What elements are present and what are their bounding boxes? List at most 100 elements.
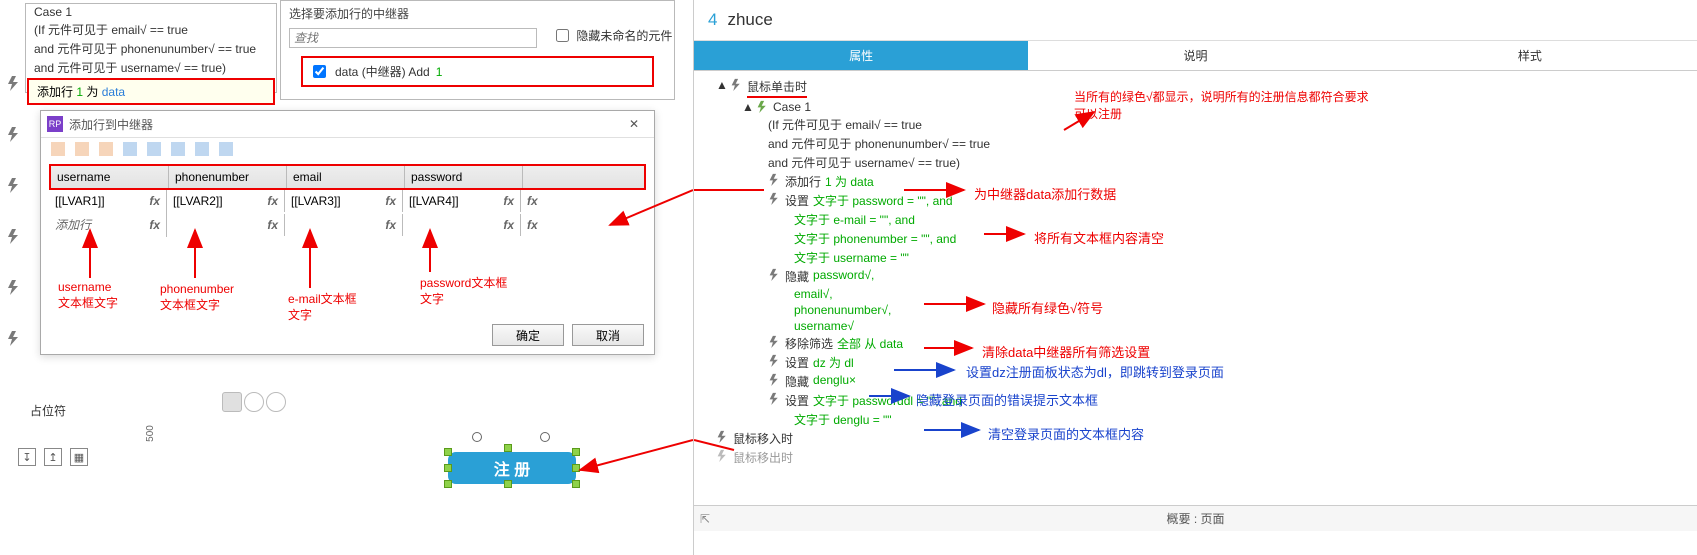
action-value: email√, bbox=[794, 287, 833, 301]
page-header: 4 zhuce bbox=[694, 0, 1697, 41]
tab-properties[interactable]: 属性 bbox=[694, 41, 1028, 71]
cancel-button[interactable]: 取消 bbox=[572, 324, 644, 346]
widget-icon[interactable] bbox=[266, 392, 286, 412]
event-mouseleave[interactable]: 鼠标移出时 bbox=[698, 448, 1693, 467]
hide-unnamed-checkbox[interactable]: 隐藏未命名的元件 bbox=[552, 26, 672, 45]
design-canvas[interactable]: 注 册 bbox=[150, 380, 680, 510]
col-phonenumber[interactable]: phonenumber bbox=[169, 166, 287, 188]
action-add-row-selected[interactable]: 添加行 1 为 data bbox=[27, 78, 275, 105]
flash-icon bbox=[730, 78, 743, 91]
tab-notes[interactable]: 说明 bbox=[1028, 41, 1362, 71]
selection-handle[interactable] bbox=[444, 480, 452, 488]
selection-handle[interactable] bbox=[504, 480, 512, 488]
toolbar-icon[interactable] bbox=[99, 142, 113, 156]
selection-handle[interactable] bbox=[572, 464, 580, 472]
case-title: Case 1 bbox=[26, 4, 276, 20]
event-mouseenter[interactable]: 鼠标移入时 bbox=[698, 429, 1693, 448]
interactions-tree[interactable]: ▲ 鼠标单击时 ▲ Case 1 (If 元件可见于 email√ == tru… bbox=[694, 71, 1697, 473]
icon-tray: ↧ ↥ ▦ bbox=[18, 448, 88, 466]
add-row-num: 1 bbox=[76, 85, 83, 99]
widget-icon[interactable] bbox=[244, 392, 264, 412]
selection-handle[interactable] bbox=[444, 448, 452, 456]
toolbar-icon[interactable] bbox=[171, 142, 185, 156]
repeater-search-input[interactable] bbox=[289, 28, 537, 48]
case-cond: (If 元件可见于 email√ == true bbox=[768, 116, 922, 133]
col-password[interactable]: password bbox=[405, 166, 523, 188]
anno-clear-login: 清空登录页面的文本框内容 bbox=[988, 424, 1144, 443]
fx-icon[interactable]: fx bbox=[503, 194, 514, 208]
action-value: username√ bbox=[794, 319, 854, 333]
register-button-widget[interactable]: 注 册 bbox=[448, 452, 576, 484]
outline-panel-header[interactable]: ⇱ 概要 : 页面 bbox=[694, 505, 1697, 531]
fx-icon[interactable]: fx bbox=[385, 218, 396, 232]
toolbar-icon[interactable] bbox=[75, 142, 89, 156]
close-icon[interactable]: ✕ bbox=[620, 115, 648, 133]
toolbar-icon[interactable] bbox=[147, 142, 161, 156]
cell-lvar2[interactable]: [[LVAR2]] bbox=[173, 194, 223, 208]
event-label: 鼠标移入时 bbox=[733, 430, 793, 447]
export-icon[interactable]: ↥ bbox=[44, 448, 62, 466]
col-extra[interactable] bbox=[523, 166, 563, 188]
fx-icon[interactable]: fx bbox=[527, 218, 538, 232]
flash-icon bbox=[768, 192, 781, 205]
ok-button[interactable]: 确定 bbox=[492, 324, 564, 346]
toolbar-icon[interactable] bbox=[123, 142, 137, 156]
fx-icon[interactable]: fx bbox=[267, 194, 278, 208]
fx-icon[interactable]: fx bbox=[267, 218, 278, 232]
table-row-addnew[interactable]: 添加行 fx fx fx fx fx bbox=[49, 212, 646, 237]
connection-point[interactable] bbox=[472, 432, 482, 442]
anno-phonenumber: phonenumber文本框文字 bbox=[160, 282, 234, 313]
selection-handle[interactable] bbox=[444, 464, 452, 472]
cell-lvar4[interactable]: [[LVAR4]] bbox=[409, 194, 459, 208]
tab-style[interactable]: 样式 bbox=[1363, 41, 1697, 71]
col-username[interactable]: username bbox=[51, 166, 169, 188]
selection-handle[interactable] bbox=[572, 448, 580, 456]
selection-handle[interactable] bbox=[504, 444, 512, 452]
fx-icon[interactable]: fx bbox=[503, 218, 514, 232]
case-label: Case 1 bbox=[773, 100, 811, 114]
selection-handle[interactable] bbox=[572, 480, 580, 488]
fx-icon[interactable]: fx bbox=[527, 194, 538, 208]
add-row-label: 添加行 bbox=[37, 85, 73, 99]
repeater-row-checkbox[interactable] bbox=[313, 65, 326, 78]
action-hide[interactable]: 隐藏 password√, bbox=[698, 267, 1693, 286]
flash-icon bbox=[6, 75, 22, 91]
collapse-icon[interactable]: ▲ bbox=[716, 78, 726, 92]
case-condition-box[interactable]: Case 1 (If 元件可见于 email√ == true and 元件可见… bbox=[25, 3, 277, 93]
action-prefix: 隐藏 bbox=[785, 373, 809, 390]
action-value: 文字于 e-mail = "", and bbox=[794, 211, 915, 228]
dialog-toolbar bbox=[41, 138, 654, 160]
connection-point[interactable] bbox=[540, 432, 550, 442]
col-email[interactable]: email bbox=[287, 166, 405, 188]
import-icon[interactable]: ↧ bbox=[18, 448, 36, 466]
case-cond-1: (If 元件可见于 email√ == true bbox=[26, 20, 276, 39]
fx-icon[interactable]: fx bbox=[385, 194, 396, 208]
case-cond: and 元件可见于 phonenunumber√ == true bbox=[768, 135, 990, 152]
resize-icon[interactable]: ⇱ bbox=[700, 512, 710, 526]
action-value: phonenunumber√, bbox=[794, 303, 891, 317]
addrow-placeholder[interactable]: 添加行 bbox=[55, 216, 91, 233]
hide-unnamed-cb-input[interactable] bbox=[556, 29, 569, 42]
repeater-row-text: data (中继器) Add bbox=[335, 63, 430, 80]
flash-icon bbox=[716, 449, 729, 462]
cell-lvar3[interactable]: [[LVAR3]] bbox=[291, 194, 341, 208]
action-set-passworddl[interactable]: 设置 文字于 passworddl = "", and bbox=[698, 391, 1693, 410]
widget-icon[interactable] bbox=[222, 392, 242, 412]
action-remove-filter[interactable]: 移除筛选 全部 从 data bbox=[698, 334, 1693, 353]
action-prefix: 隐藏 bbox=[785, 268, 809, 285]
action-add-row[interactable]: 添加行 1 为 data bbox=[698, 172, 1693, 191]
table-row[interactable]: [[LVAR1]] fx [[LVAR2]] fx [[LVAR3]] fx [[LV… bbox=[49, 190, 646, 212]
fx-icon[interactable]: fx bbox=[149, 194, 160, 208]
anno-remove-filter: 清除data中继器所有筛选设置 bbox=[982, 342, 1150, 361]
placeholder-label: 占位符 bbox=[30, 402, 66, 419]
dialog-titlebar[interactable]: RP 添加行到中继器 ✕ bbox=[41, 111, 654, 138]
collapse-icon[interactable]: ▲ bbox=[742, 100, 752, 114]
toolbar-icon[interactable] bbox=[195, 142, 209, 156]
cell-lvar1[interactable]: [[LVAR1]] bbox=[55, 194, 105, 208]
toolbar-icon[interactable] bbox=[219, 142, 233, 156]
grid-icon[interactable]: ▦ bbox=[70, 448, 88, 466]
repeater-data-row[interactable]: data (中继器) Add 1 bbox=[301, 56, 654, 87]
action-set-text[interactable]: 设置 文字于 password = "", and bbox=[698, 191, 1693, 210]
fx-icon[interactable]: fx bbox=[149, 218, 160, 232]
toolbar-icon[interactable] bbox=[51, 142, 65, 156]
